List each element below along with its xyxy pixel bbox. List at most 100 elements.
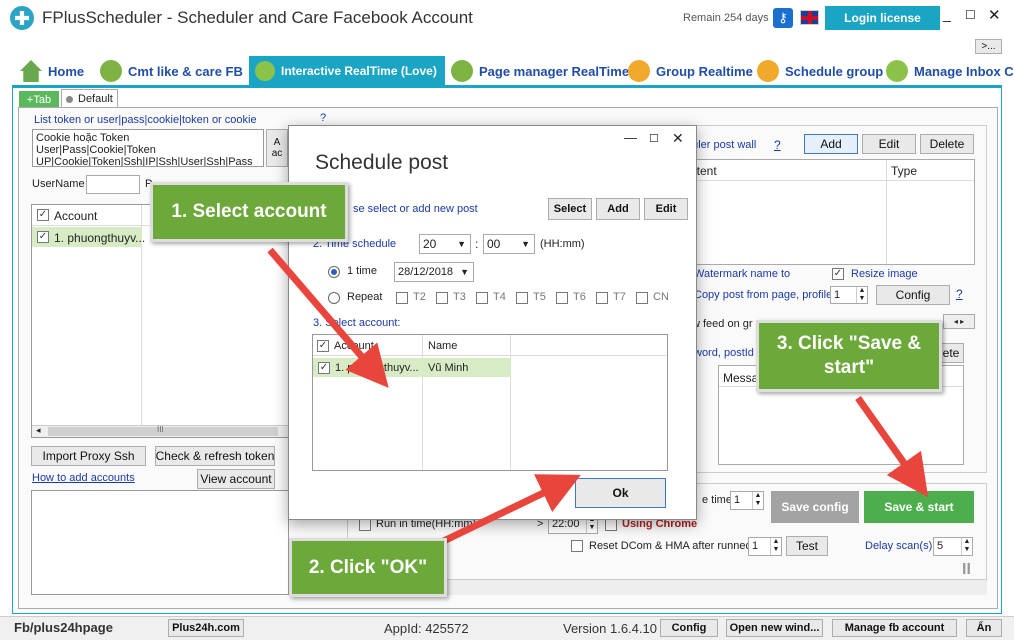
time-stepper[interactable]: 1 ▲ ▼	[730, 491, 764, 510]
col-type-header: Type	[891, 164, 918, 178]
minimize-icon[interactable]: _	[943, 6, 951, 22]
scroll-left-icon[interactable]: ◂	[36, 425, 41, 436]
manage-fb-button[interactable]: Manage fb account	[832, 619, 957, 637]
tab-page-manager[interactable]: Page manager RealTime	[451, 58, 629, 84]
key-icon[interactable]: ⚷	[773, 8, 793, 28]
remain-days: Remain 254 days	[683, 12, 769, 24]
help-icon[interactable]: ?	[320, 112, 326, 124]
weekday-checkbox[interactable]	[516, 292, 528, 304]
weekday-checkbox[interactable]	[556, 292, 568, 304]
minute-select[interactable]: 00 ▼	[483, 234, 535, 254]
chevron-down-icon: ▼	[457, 239, 466, 249]
check-refresh-button[interactable]: Check & refresh token	[155, 446, 275, 466]
token-textarea[interactable]: Cookie hoặc Token User|Pass|Cookie|Token…	[32, 129, 264, 167]
col-account-header: Account	[54, 209, 98, 223]
step1-label: se select or add new post	[353, 203, 478, 215]
callout-select-account: 1. Select account	[150, 182, 348, 242]
copy-num-stepper[interactable]: 1 ▲ ▼	[830, 286, 868, 304]
add-tab-button[interactable]: +Tab	[19, 91, 59, 108]
tab-home[interactable]: Home	[20, 58, 84, 84]
login-license-button[interactable]: Login license	[825, 6, 940, 30]
delete-post-button[interactable]: Delete	[920, 134, 974, 154]
chrome-checkbox[interactable]	[605, 519, 617, 531]
weekday-label: T4	[493, 291, 506, 303]
open-new-window-button[interactable]: Open new wind...	[726, 619, 823, 637]
resize-checkbox[interactable]: ✓	[832, 268, 844, 280]
uk-flag-icon[interactable]	[800, 10, 819, 25]
row-checkbox[interactable]: ✓	[37, 231, 49, 243]
delay-stepper[interactable]: 5 ▲ ▼	[933, 537, 973, 556]
help-icon[interactable]: ?	[956, 287, 963, 301]
dialog-select-all-checkbox[interactable]: ✓	[317, 340, 329, 352]
tab-default[interactable]: Default	[61, 89, 118, 108]
select-all-checkbox[interactable]: ✓	[37, 209, 49, 221]
import-proxy-button[interactable]: Import Proxy Ssh	[31, 446, 146, 466]
chevron-down-icon: ▼	[521, 239, 530, 249]
tab-schedule-group[interactable]: Schedule group	[757, 58, 883, 84]
dialog-select-button[interactable]: Select	[548, 198, 592, 220]
resize-label: Resize image	[851, 268, 918, 280]
view-account-button[interactable]: View account	[197, 469, 275, 489]
weekday-label: CN	[653, 291, 669, 303]
run-in-time-checkbox[interactable]	[359, 519, 371, 531]
copy-config-button[interactable]: Config	[876, 285, 950, 305]
weekday-checkbox[interactable]	[476, 292, 488, 304]
username-input[interactable]	[86, 175, 140, 194]
hhmm-label: (HH:mm)	[540, 238, 585, 250]
token-label: List token or user|pass|cookie|token or …	[34, 114, 257, 126]
newsfeed-scroller[interactable]: ◂ ▸	[943, 314, 975, 329]
ok-button[interactable]: Ok	[575, 478, 666, 508]
site-link[interactable]: Plus24h.com	[168, 619, 244, 637]
tab-cmt-like[interactable]: Cmt like & care FB	[100, 58, 243, 84]
tab-manage-inbox[interactable]: Manage Inbox C	[886, 58, 1014, 84]
more-button[interactable]: >...	[975, 39, 1002, 54]
repeat-label: Repeat	[347, 291, 383, 303]
status-config-button[interactable]: Config	[660, 619, 718, 637]
weekday-checkbox[interactable]	[636, 292, 648, 304]
dialog-maximize-icon[interactable]: ☐	[649, 132, 659, 145]
home-icon	[20, 60, 42, 82]
pause-icon[interactable]: II	[962, 561, 971, 579]
schedule-post-dialog: — ☐ ✕ Schedule post se select or add new…	[288, 125, 697, 520]
close-icon[interactable]: ✕	[988, 6, 1001, 24]
reset-dcom-label: Reset DCom & HMA after runned	[589, 540, 752, 552]
group-icon	[757, 60, 779, 82]
test-button[interactable]: Test	[786, 536, 828, 556]
how-to-link[interactable]: How to add accounts	[32, 472, 135, 484]
weekday-checkbox[interactable]	[436, 292, 448, 304]
weekday-checkbox[interactable]	[396, 292, 408, 304]
dialog-title: Schedule post	[315, 151, 449, 174]
weekday-label: T6	[573, 291, 586, 303]
once-radio[interactable]	[328, 266, 340, 278]
hour-select[interactable]: 20 ▼	[419, 234, 471, 254]
date-select[interactable]: 28/12/2018 ▼	[394, 262, 474, 282]
dialog-col-account: Account	[334, 340, 374, 352]
reset-stepper[interactable]: 1 ▲ ▼	[748, 537, 782, 556]
dialog-close-icon[interactable]: ✕	[672, 130, 684, 147]
dialog-row-checkbox[interactable]: ✓	[318, 362, 330, 374]
edit-post-button[interactable]: Edit	[862, 134, 916, 154]
hide-button[interactable]: Ẩn	[966, 619, 1002, 637]
save-config-button[interactable]: Save config	[771, 491, 859, 523]
log-box	[31, 490, 289, 595]
post-grid	[686, 159, 975, 265]
add-account-button[interactable]: Aac	[266, 129, 288, 167]
help-icon[interactable]: ?	[774, 138, 781, 152]
add-post-button[interactable]: Add	[804, 134, 858, 154]
post-grid-col-line	[886, 160, 887, 264]
dialog-edit-button[interactable]: Edit	[644, 198, 688, 220]
dialog-minimize-icon[interactable]: —	[624, 130, 637, 145]
dialog-add-button[interactable]: Add	[596, 198, 640, 220]
save-start-button[interactable]: Save & start	[864, 491, 974, 523]
clock-icon	[451, 60, 473, 82]
reset-dcom-checkbox[interactable]	[571, 540, 583, 552]
delay-label: Delay scan(s)	[865, 540, 933, 552]
weekday-checkbox[interactable]	[596, 292, 608, 304]
step3-label: 3. Select account:	[313, 317, 401, 329]
repeat-radio[interactable]	[328, 292, 340, 304]
tab-group-realtime[interactable]: Group Realtime	[628, 58, 753, 84]
tab-interactive-realtime[interactable]: Interactive RealTime (Love)	[249, 56, 445, 85]
maximize-icon[interactable]: ☐	[965, 8, 976, 22]
status-fb: Fb/plus24hpage	[14, 620, 113, 635]
dialog-grid-col-line	[510, 335, 511, 470]
